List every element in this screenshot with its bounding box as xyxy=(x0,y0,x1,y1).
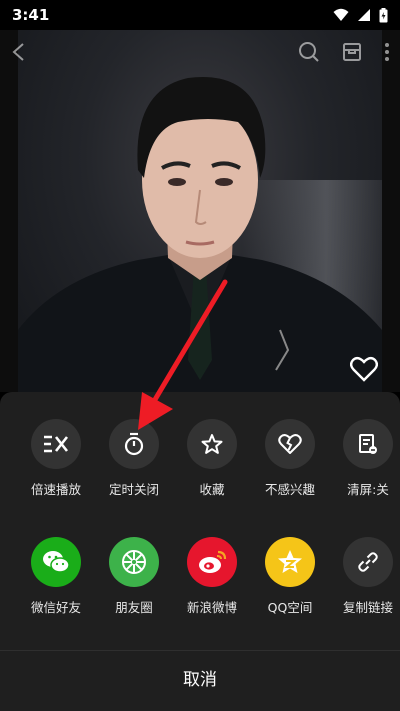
speed-icon xyxy=(31,419,81,469)
option-label: 收藏 xyxy=(199,482,225,497)
share-moments[interactable]: 朋友圈 xyxy=(95,537,173,616)
share-row: 微信好友 朋友圈 新浪微博 QQ空间 复制链接 xyxy=(0,537,400,616)
video-thumbnail-person xyxy=(18,77,382,392)
clear-screen-option[interactable]: 清屏:关 xyxy=(329,419,400,498)
option-label: 不感兴趣 xyxy=(264,482,315,497)
share-qzone[interactable]: QQ空间 xyxy=(251,537,329,616)
favorite-option[interactable]: 收藏 xyxy=(173,419,251,498)
broken-heart-icon xyxy=(265,419,315,469)
share-wechat-friend[interactable]: 微信好友 xyxy=(17,537,95,616)
option-label: 倍速播放 xyxy=(30,482,81,497)
copy-link-option[interactable]: 复制链接 xyxy=(329,537,400,616)
star-icon xyxy=(187,419,237,469)
option-label: 微信好友 xyxy=(30,600,81,615)
video-top-bar xyxy=(0,30,400,74)
cancel-button[interactable]: 取消 xyxy=(0,651,400,703)
video-player[interactable] xyxy=(0,30,400,392)
share-weibo[interactable]: 新浪微博 xyxy=(173,537,251,616)
link-icon xyxy=(343,537,393,587)
speed-playback-option[interactable]: 倍速播放 xyxy=(17,419,95,498)
option-label: 朋友圈 xyxy=(115,600,153,615)
video-frame xyxy=(18,30,382,392)
action-row: 倍速播放 定时关闭 收藏 不感兴趣 清屏:关 xyxy=(0,419,400,498)
option-label: QQ空间 xyxy=(267,600,313,615)
option-label: 清屏:关 xyxy=(347,482,389,497)
status-icons xyxy=(333,7,388,23)
option-label: 新浪微博 xyxy=(186,600,237,615)
signal-icon xyxy=(358,9,370,21)
status-time: 3:41 xyxy=(12,6,50,24)
option-label: 定时关闭 xyxy=(108,482,159,497)
inbox-icon[interactable] xyxy=(342,42,362,62)
option-label: 复制链接 xyxy=(342,600,393,615)
wifi-icon xyxy=(333,8,349,21)
qzone-icon xyxy=(265,537,315,587)
back-icon[interactable] xyxy=(10,42,28,62)
more-icon[interactable] xyxy=(384,42,390,62)
share-sheet: 倍速播放 定时关闭 收藏 不感兴趣 清屏:关 微信好友 朋友圈 新浪微博 QQ空… xyxy=(0,392,400,711)
wechat-icon xyxy=(31,537,81,587)
timer-close-option[interactable]: 定时关闭 xyxy=(95,419,173,498)
top-right-actions xyxy=(298,41,390,63)
weibo-icon xyxy=(187,537,237,587)
search-icon[interactable] xyxy=(298,41,320,63)
not-interested-option[interactable]: 不感兴趣 xyxy=(251,419,329,498)
clear-screen-icon xyxy=(343,419,393,469)
status-bar: 3:41 xyxy=(0,0,400,30)
heart-outline-icon[interactable] xyxy=(350,356,378,382)
moments-icon xyxy=(109,537,159,587)
battery-icon xyxy=(379,7,388,22)
timer-icon xyxy=(109,419,159,469)
